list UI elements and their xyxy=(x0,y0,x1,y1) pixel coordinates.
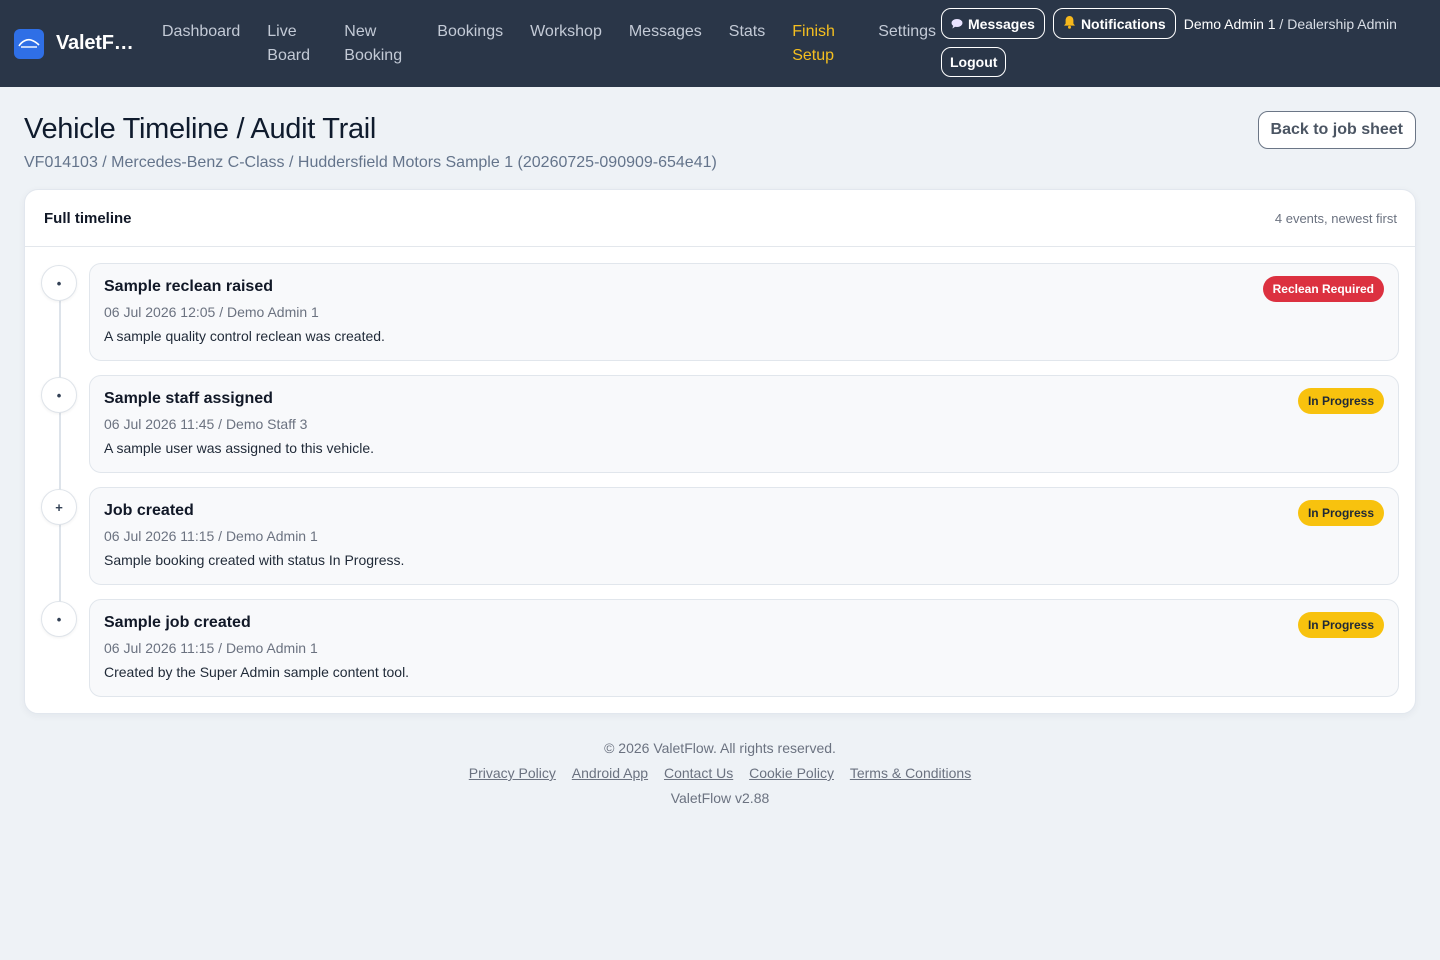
nav-messages[interactable]: Messages xyxy=(629,20,702,44)
footer-version: ValetFlow v2.88 xyxy=(670,790,770,806)
event-description: Sample booking created with status In Pr… xyxy=(104,552,405,568)
event-meta: 06 Jul 2026 12:05 / Demo Admin 1 xyxy=(104,304,319,320)
back-to-job-sheet-button[interactable]: Back to job sheet xyxy=(1257,111,1416,149)
status-badge: Reclean Required xyxy=(1262,276,1384,302)
timeline-event: • Sample reclean raised 06 Jul 2026 12:0… xyxy=(41,263,1399,361)
timeline-dot: • xyxy=(41,265,77,301)
event-description: Created by the Super Admin sample conten… xyxy=(104,664,410,680)
card-meta: 4 events, newest first xyxy=(1274,210,1397,226)
event-title: Sample reclean raised xyxy=(104,278,273,295)
car-icon xyxy=(14,28,44,59)
user-name: Demo Admin 1 xyxy=(1183,15,1276,32)
event-box: Sample reclean raised 06 Jul 2026 12:05 … xyxy=(89,263,1399,361)
logout-button[interactable]: Logout xyxy=(941,47,1007,77)
timeline-card: Full timeline 4 events, newest first • S… xyxy=(24,189,1416,714)
footer-link-privacy-policy[interactable]: Privacy Policy xyxy=(469,765,556,781)
brand-name: ValetF… xyxy=(56,32,134,54)
footer-link-contact-us[interactable]: Contact Us xyxy=(664,765,733,781)
event-description: A sample quality control reclean was cre… xyxy=(104,328,385,344)
status-badge: In Progress xyxy=(1297,500,1384,526)
footer-link-terms[interactable]: Terms & Conditions xyxy=(850,765,971,781)
nav-settings[interactable]: Settings xyxy=(878,20,936,44)
timeline-event: • Sample staff assigned 06 Jul 2026 11:4… xyxy=(41,375,1399,473)
event-title: Sample staff assigned xyxy=(104,390,273,407)
user-label: Demo Admin 1 / Dealership Admin xyxy=(1184,16,1397,32)
user-role: / Dealership Admin xyxy=(1275,15,1397,32)
event-meta: 06 Jul 2026 11:45 / Demo Staff 3 xyxy=(104,416,308,432)
nav-workshop[interactable]: Workshop xyxy=(530,20,602,44)
footer-link-android-app[interactable]: Android App xyxy=(572,765,648,781)
card-header: Full timeline 4 events, newest first xyxy=(25,190,1415,247)
event-meta: 06 Jul 2026 11:15 / Demo Admin 1 xyxy=(104,640,318,656)
footer-copyright: © 2026 ValetFlow. All rights reserved. xyxy=(604,740,836,756)
timeline-event: + Job created 06 Jul 2026 11:15 / Demo A… xyxy=(41,487,1399,585)
nav-stats[interactable]: Stats xyxy=(729,20,765,44)
top-navbar: ValetF… Dashboard Live Board New Booking… xyxy=(0,0,1440,87)
event-title: Sample job created xyxy=(104,614,251,631)
timeline: • Sample reclean raised 06 Jul 2026 12:0… xyxy=(25,247,1415,697)
footer: © 2026 ValetFlow. All rights reserved. P… xyxy=(0,740,1440,806)
notifications-button-label: Notifications xyxy=(1080,15,1166,32)
messages-button[interactable]: Messages xyxy=(941,8,1045,39)
footer-links: Privacy Policy Android App Contact Us Co… xyxy=(0,765,1440,781)
brand[interactable]: ValetF… xyxy=(14,0,154,87)
nav-bookings[interactable]: Bookings xyxy=(437,20,503,44)
event-meta: 06 Jul 2026 11:15 / Demo Admin 1 xyxy=(104,528,318,544)
page-subtitle: VF014103 / Mercedes-Benz C-Class / Hudde… xyxy=(24,154,717,171)
timeline-event: • Sample job created 06 Jul 2026 11:15 /… xyxy=(41,599,1399,697)
nav-live-board[interactable]: Live Board xyxy=(267,20,317,68)
nav-links: Dashboard Live Board New Booking Booking… xyxy=(162,0,963,68)
timeline-dot: • xyxy=(41,601,77,637)
status-badge: In Progress xyxy=(1297,388,1384,414)
event-description: A sample user was assigned to this vehic… xyxy=(104,440,375,456)
card-title: Full timeline xyxy=(44,209,132,227)
event-box: Sample job created 06 Jul 2026 11:15 / D… xyxy=(89,599,1399,697)
event-box: Sample staff assigned 06 Jul 2026 11:45 … xyxy=(89,375,1399,473)
page-title: Vehicle Timeline / Audit Trail xyxy=(24,113,377,145)
bell-icon xyxy=(1063,15,1076,32)
speech-bubble-icon xyxy=(951,16,963,32)
nav-finish-setup[interactable]: Finish Setup xyxy=(792,20,851,68)
nav-right: Messages Notifications Demo Admin 1 / De… xyxy=(941,8,1421,77)
nav-new-booking[interactable]: New Booking xyxy=(344,20,410,68)
messages-button-label: Messages xyxy=(968,15,1035,32)
event-title: Job created xyxy=(104,502,194,519)
nav-dashboard[interactable]: Dashboard xyxy=(162,20,240,44)
notifications-button[interactable]: Notifications xyxy=(1052,8,1176,39)
timeline-dot: + xyxy=(41,489,77,525)
timeline-dot: • xyxy=(41,377,77,413)
event-box: Job created 06 Jul 2026 11:15 / Demo Adm… xyxy=(89,487,1399,585)
status-badge: In Progress xyxy=(1297,612,1384,638)
footer-link-cookie-policy[interactable]: Cookie Policy xyxy=(749,765,834,781)
